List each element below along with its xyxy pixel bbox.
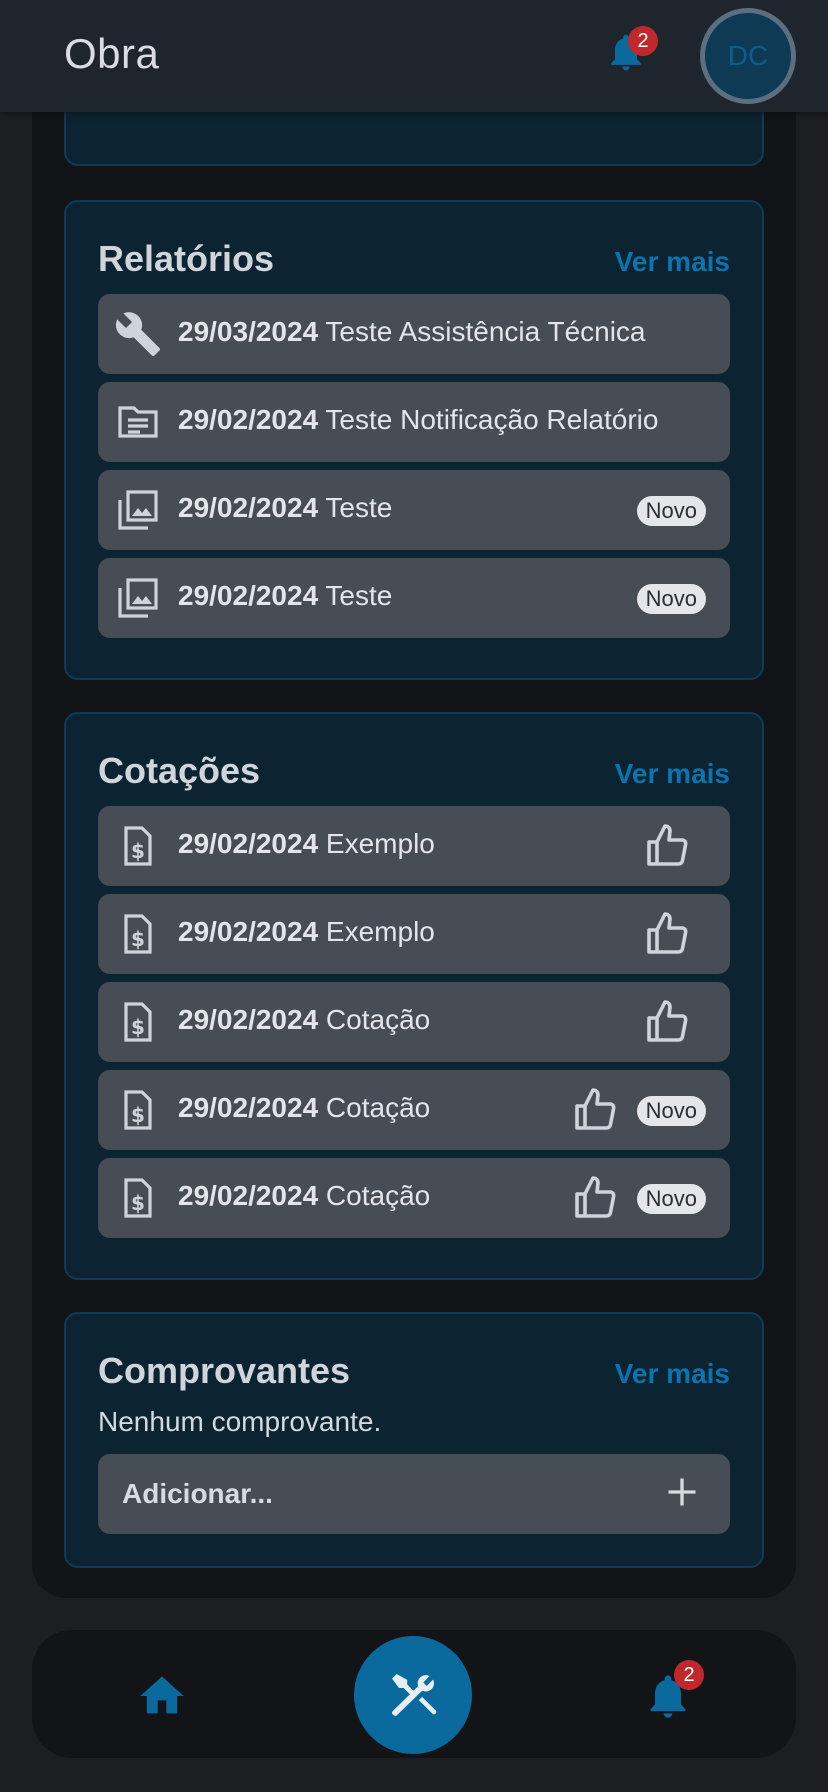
comprovantes-ver-mais-link[interactable]: Ver mais	[615, 1358, 730, 1390]
thumbs-up-icon[interactable]	[570, 1174, 620, 1222]
cotacoes-ver-mais-link[interactable]: Ver mais	[615, 758, 730, 790]
cotacao-title: Cotação	[325, 1092, 431, 1123]
invoice-dollar-icon: $	[114, 998, 162, 1046]
novo-badge: Novo	[636, 1184, 706, 1214]
relatorio-row[interactable]: 29/02/2024 Teste Novo	[98, 470, 730, 550]
cotacao-title: Exemplo	[325, 828, 435, 859]
content-area[interactable]: Relatórios Ver mais 29/03/2024 Teste Ass…	[32, 50, 796, 1598]
nav-home-button[interactable]	[136, 1670, 188, 1722]
relatorio-row[interactable]: 29/02/2024 Teste Novo	[98, 558, 730, 638]
invoice-dollar-icon: $	[114, 822, 162, 870]
thumbs-up-icon[interactable]	[570, 1086, 620, 1134]
invoice-dollar-icon: $	[114, 910, 162, 958]
cotacao-date: 29/02/2024	[178, 828, 319, 859]
add-label: Adicionar...	[122, 1478, 273, 1509]
relatorios-title: Relatórios	[98, 238, 275, 279]
relatorio-title: Teste	[325, 492, 393, 523]
cotacao-date: 29/02/2024	[178, 1180, 319, 1211]
cotacao-row[interactable]: $ 29/02/2024 Exemplo	[98, 806, 730, 886]
app-header: Obra 2 DC	[0, 0, 828, 112]
avatar[interactable]: DC	[700, 8, 796, 104]
cotacao-row[interactable]: $ 29/02/2024 Cotação Novo	[98, 1070, 730, 1150]
cotacao-date: 29/02/2024	[178, 916, 319, 947]
plus-icon	[664, 1474, 700, 1510]
nav-tools-button[interactable]	[354, 1636, 472, 1754]
relatorio-row[interactable]: 29/02/2024 Teste Notificação Relatório	[98, 382, 730, 462]
page-title: Obra	[64, 30, 160, 77]
thumbs-up-icon[interactable]	[642, 910, 692, 958]
relatorio-row[interactable]: 29/03/2024 Teste Assistência Técnica	[98, 294, 730, 374]
thumbs-up-icon[interactable]	[642, 998, 692, 1046]
svg-text:$: $	[131, 1191, 145, 1215]
relatorio-title: Teste Notificação Relatório	[325, 404, 659, 435]
relatorio-title: Teste Assistência Técnica	[325, 316, 646, 347]
novo-badge: Novo	[636, 1096, 706, 1126]
document-icon	[114, 398, 162, 446]
bottom-navigation: 2	[32, 1630, 796, 1758]
home-icon	[140, 1676, 184, 1714]
relatorio-date: 29/02/2024	[178, 580, 319, 611]
relatorios-card: Relatórios Ver mais 29/03/2024 Teste Ass…	[64, 200, 764, 680]
notifications-button[interactable]: 2	[604, 26, 658, 80]
add-comprovante-button[interactable]: Adicionar...	[98, 1454, 730, 1534]
svg-text:$: $	[131, 1015, 145, 1039]
relatorio-date: 29/02/2024	[178, 404, 319, 435]
cotacao-row[interactable]: $ 29/02/2024 Cotação Novo	[98, 1158, 730, 1238]
novo-badge: Novo	[636, 496, 706, 526]
page: Relatórios Ver mais 29/03/2024 Teste Ass…	[0, 0, 828, 1792]
svg-text:$: $	[131, 927, 145, 951]
nav-notification-count-badge: 2	[674, 1660, 704, 1690]
nav-notifications-button[interactable]: 2	[642, 1660, 704, 1722]
cotacao-date: 29/02/2024	[178, 1004, 319, 1035]
wrench-icon	[114, 310, 162, 358]
invoice-dollar-icon: $	[114, 1174, 162, 1222]
svg-text:$: $	[131, 839, 145, 863]
comprovantes-card: Comprovantes Ver mais Nenhum comprovante…	[64, 1312, 764, 1568]
relatorio-date: 29/03/2024	[178, 316, 319, 347]
photo-gallery-icon	[114, 574, 162, 622]
photo-gallery-icon	[114, 486, 162, 534]
cotacao-title: Cotação	[325, 1004, 431, 1035]
relatorio-title: Teste	[325, 580, 393, 611]
cotacoes-title: Cotações	[98, 750, 261, 791]
invoice-dollar-icon: $	[114, 1086, 162, 1134]
relatorios-ver-mais-link[interactable]: Ver mais	[615, 246, 730, 278]
cotacao-row[interactable]: $ 29/02/2024 Cotação	[98, 982, 730, 1062]
cotacao-title: Exemplo	[325, 916, 435, 947]
notification-count-badge: 2	[628, 26, 658, 56]
novo-badge: Novo	[636, 584, 706, 614]
thumbs-up-icon[interactable]	[642, 822, 692, 870]
tools-icon	[392, 1674, 437, 1716]
empty-message: Nenhum comprovante.	[98, 1406, 382, 1437]
cotacao-title: Cotação	[325, 1180, 431, 1211]
relatorio-date: 29/02/2024	[178, 492, 319, 523]
comprovantes-title: Comprovantes	[98, 1350, 351, 1391]
cotacoes-card: Cotações Ver mais $ 29/02/2024 Exemplo $…	[64, 712, 764, 1280]
cotacao-date: 29/02/2024	[178, 1092, 319, 1123]
cotacao-row[interactable]: $ 29/02/2024 Exemplo	[98, 894, 730, 974]
svg-text:$: $	[131, 1103, 145, 1127]
